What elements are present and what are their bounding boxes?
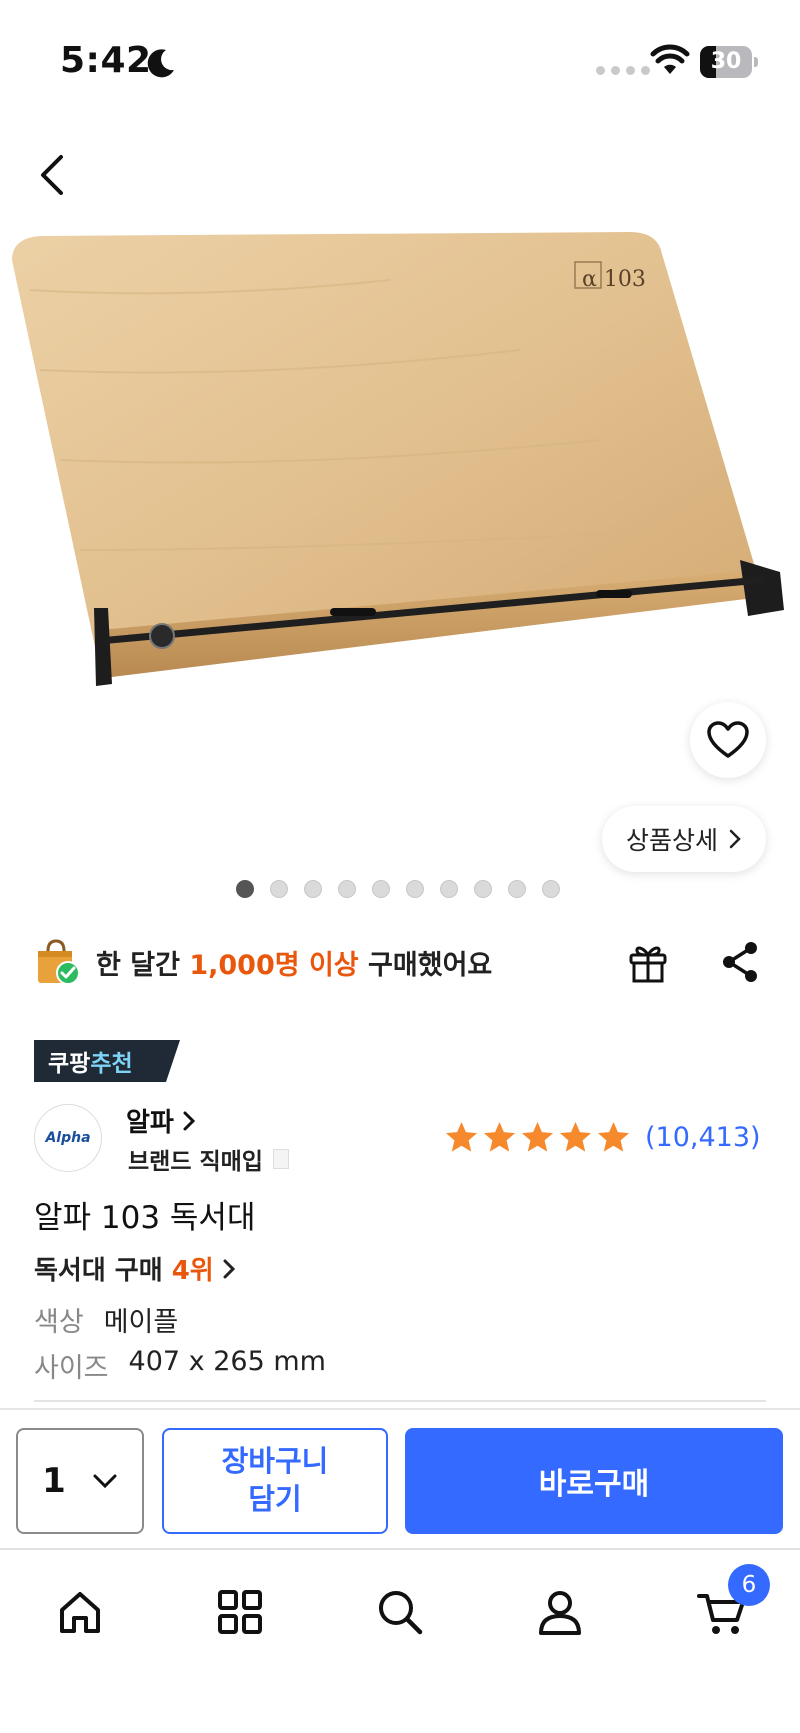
gift-button[interactable] (620, 938, 676, 988)
brand-link[interactable]: 알파 (126, 1102, 196, 1139)
pagination-dot[interactable] (406, 880, 424, 898)
rank-prefix: 독서대 구매 (34, 1256, 172, 1286)
category-rank-link[interactable]: 독서대 구매 4위 (34, 1250, 236, 1287)
my-account-icon (539, 1591, 581, 1635)
star-icon (597, 1121, 630, 1152)
option-label: 사이즈 (34, 1353, 109, 1384)
home-icon (60, 1592, 100, 1633)
brand-type: 브랜드 직매입 (128, 1142, 289, 1176)
chevron-left-icon (41, 155, 63, 195)
rank-highlight: 4위 (171, 1256, 214, 1286)
status-bar: 5:42 30 (0, 0, 800, 120)
wishlist-button[interactable] (690, 702, 766, 778)
badge-part2: 추천 (90, 1051, 133, 1077)
image-pagination (236, 880, 560, 898)
moon-icon (147, 49, 174, 78)
pagination-dot[interactable] (372, 880, 390, 898)
wifi-icon (650, 44, 690, 74)
battery-level: 30 (710, 49, 742, 74)
brand-type-label: 브랜드 직매입 (128, 1149, 263, 1175)
pagination-dot[interactable] (440, 880, 458, 898)
purchase-bar: 1 장바구니 담기 바로구매 (0, 1408, 800, 1550)
pagination-dot[interactable] (270, 880, 288, 898)
product-detail-label: 상품상세 (625, 826, 718, 855)
star-icon (445, 1121, 478, 1152)
pagination-dot[interactable] (338, 880, 356, 898)
gift-icon (629, 946, 667, 983)
brand-name: 알파 (126, 1108, 174, 1138)
status-time: 5:42 (60, 40, 152, 81)
chevron-down-icon (93, 1474, 117, 1489)
buy-now-button[interactable]: 바로구매 (405, 1428, 783, 1534)
categories-icon (218, 1590, 262, 1634)
share-icon (723, 942, 757, 982)
cart-count-badge: 6 (728, 1564, 770, 1606)
star-icon (559, 1121, 592, 1152)
chevron-right-icon (223, 1259, 235, 1278)
pagination-dot[interactable] (236, 880, 254, 898)
quantity-value: 1 (42, 1461, 66, 1501)
proof-highlight: 1,000명 이상 (189, 949, 359, 981)
search-icon (379, 1591, 423, 1635)
star-icon (483, 1121, 516, 1152)
option-size: 사이즈 407 x 265 mm (34, 1346, 326, 1385)
pagination-dot[interactable] (542, 880, 560, 898)
product-image[interactable]: α 103 (0, 230, 800, 790)
proof-prefix: 한 달간 (96, 949, 190, 981)
option-value: 407 x 265 mm (128, 1346, 326, 1377)
pagination-dot[interactable] (304, 880, 322, 898)
star-icon (521, 1121, 554, 1152)
rating-stars (444, 1120, 631, 1155)
nav-search[interactable] (368, 1580, 432, 1644)
heart-icon (707, 721, 749, 758)
battery-icon: 30 (700, 46, 758, 78)
pagination-dot[interactable] (474, 880, 492, 898)
divider (34, 1400, 766, 1402)
share-button[interactable] (712, 936, 768, 988)
proof-suffix: 구매했어요 (358, 949, 493, 981)
shopping-bag-icon (38, 939, 80, 985)
review-count[interactable]: (10,413) (645, 1122, 761, 1153)
option-value: 메이플 (103, 1307, 179, 1338)
document-icon (272, 1149, 289, 1169)
product-rating[interactable]: (10,413) (444, 1120, 761, 1155)
nav-categories[interactable] (208, 1580, 272, 1644)
nav-home[interactable] (48, 1580, 112, 1644)
nav-my-account[interactable] (528, 1580, 592, 1644)
option-label: 색상 (34, 1307, 84, 1338)
signal-icon (596, 66, 650, 75)
bottom-nav: 6 (0, 1548, 800, 1733)
product-title: 알파 103 독서대 (34, 1200, 256, 1236)
purchase-count-banner: 한 달간 1,000명 이상 구매했어요 (34, 934, 492, 990)
pagination-dot[interactable] (508, 880, 526, 898)
brand-logo-text: Alpha (45, 1130, 91, 1146)
quantity-select[interactable]: 1 (16, 1428, 144, 1534)
product-detail-button[interactable]: 상품상세 (602, 806, 766, 872)
product-logo-text: α 103 (582, 267, 646, 292)
brand-logo[interactable]: Alpha (34, 1104, 102, 1172)
back-button[interactable] (28, 148, 76, 202)
chevron-right-icon (729, 829, 741, 849)
add-to-cart-button[interactable]: 장바구니 담기 (162, 1428, 388, 1534)
option-color: 색상 메이플 (34, 1300, 178, 1339)
chevron-right-icon (183, 1111, 195, 1130)
badge-part1: 쿠팡 (48, 1051, 91, 1077)
